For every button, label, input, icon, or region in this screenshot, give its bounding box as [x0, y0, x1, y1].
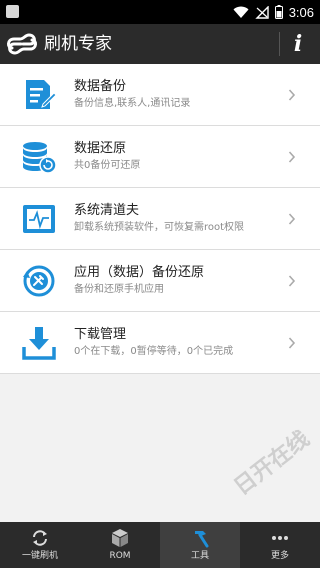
app-logo-icon	[7, 33, 37, 55]
app-backup-icon	[23, 265, 55, 297]
hammer-icon	[195, 531, 209, 548]
info-button[interactable]: i	[284, 30, 312, 58]
app-bar-divider	[279, 32, 280, 56]
menu-item-app-backup-restore[interactable]: 应用（数据）备份还原 备份和还原手机应用	[0, 250, 320, 312]
no-sim-icon	[254, 5, 269, 19]
document-edit-icon	[26, 80, 57, 109]
menu-item-subtitle: 卸载系统预装软件，可恢复需root权限	[74, 222, 245, 233]
battery-icon	[274, 5, 283, 19]
tab-label: 更多	[270, 551, 289, 561]
page-title: 刷机专家	[44, 34, 112, 54]
app-bar: 刷机专家 i	[0, 24, 320, 64]
tab-rom[interactable]: ROM	[80, 522, 160, 568]
chevron-right-icon	[288, 213, 296, 225]
tab-more[interactable]: 更多	[240, 522, 320, 568]
menu-item-subtitle: 备份信息,联系人,通讯记录	[74, 98, 191, 109]
download-icon	[22, 327, 56, 360]
chevron-right-icon	[288, 275, 296, 287]
system-monitor-icon	[23, 205, 55, 233]
menu-item-data-backup[interactable]: 数据备份 备份信息,联系人,通讯记录	[0, 64, 320, 126]
menu-item-subtitle: 备份和还原手机应用	[74, 284, 164, 295]
menu-item-title: 数据还原	[74, 141, 127, 156]
cube-icon	[112, 529, 128, 547]
tab-tools[interactable]: 工具	[160, 522, 240, 568]
refresh-icon	[33, 530, 47, 546]
status-time: 3:06	[288, 4, 314, 20]
watermark: 日开在线	[229, 426, 315, 501]
tab-label: 工具	[190, 551, 209, 561]
tab-label: ROM	[109, 551, 131, 561]
chevron-right-icon	[288, 337, 296, 349]
notification-icon	[6, 5, 19, 18]
menu-item-data-restore[interactable]: 数据还原 共0备份可还原	[0, 126, 320, 188]
chevron-right-icon	[288, 89, 296, 101]
database-restore-icon	[23, 142, 57, 174]
info-icon: i	[293, 31, 303, 57]
wifi-icon	[233, 6, 249, 18]
menu-item-title: 数据备份	[74, 79, 127, 94]
menu-item-download-manager[interactable]: 下载管理 0个在下载，0暂停等待，0个已完成	[0, 312, 320, 374]
menu-item-subtitle: 0个在下载，0暂停等待，0个已完成	[74, 346, 234, 357]
more-icon	[272, 536, 288, 540]
menu-item-title: 系统清道夫	[74, 203, 140, 218]
menu-item-title: 下载管理	[74, 327, 127, 342]
chevron-right-icon	[288, 151, 296, 163]
menu-item-subtitle: 共0备份可还原	[74, 160, 141, 171]
status-bar: 3:06	[0, 0, 320, 24]
tab-one-click-flash[interactable]: 一键刷机	[0, 522, 80, 568]
tab-label: 一键刷机	[21, 551, 58, 561]
menu-item-title: 应用（数据）备份还原	[74, 265, 205, 280]
bottom-nav: 一键刷机 ROM 工具 更多	[0, 522, 320, 568]
status-icons: 3:06	[233, 0, 314, 24]
tool-menu-list: 数据备份 备份信息,联系人,通讯记录 数据还原 共0备份可还原 系统清道夫 卸载…	[0, 64, 320, 374]
menu-item-system-cleaner[interactable]: 系统清道夫 卸载系统预装软件，可恢复需root权限	[0, 188, 320, 250]
